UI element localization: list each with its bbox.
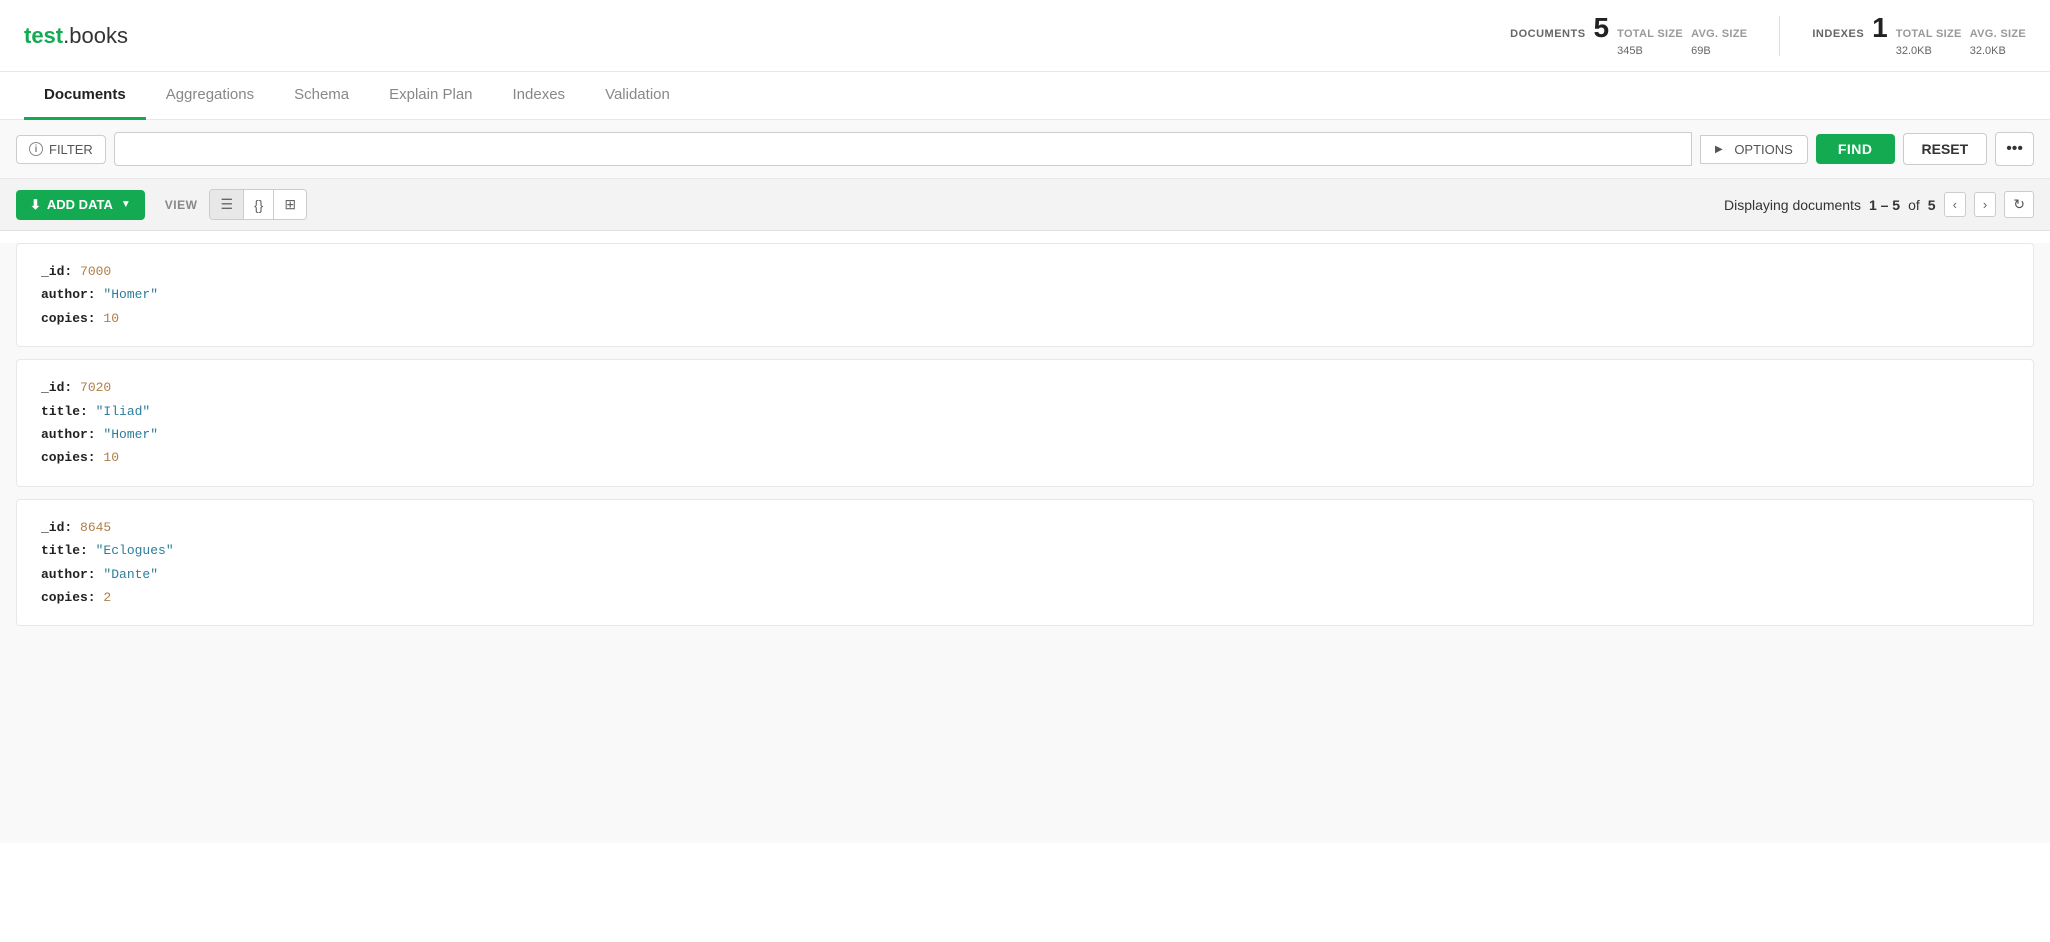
tab-aggregations[interactable]: Aggregations xyxy=(146,72,274,120)
app-title: test.books xyxy=(24,23,128,49)
reset-button[interactable]: RESET xyxy=(1903,133,1988,165)
view-label: VIEW xyxy=(165,198,198,212)
field-key: title: xyxy=(41,543,96,558)
app-title-books: books xyxy=(69,23,128,48)
doc-field: author: "Dante" xyxy=(41,563,2009,586)
add-data-icon: ⬇ xyxy=(30,197,41,213)
field-key: author: xyxy=(41,567,103,582)
doc-field: _id: 7000 xyxy=(41,260,2009,283)
indexes-sub-stats: TOTAL SIZE 32.0KB xyxy=(1896,26,1962,59)
more-options-button[interactable]: ••• xyxy=(1995,132,2034,166)
header-stats: DOCUMENTS 5 TOTAL SIZE 345B AVG. SIZE 69… xyxy=(1510,12,2026,59)
field-key: copies: xyxy=(41,450,103,465)
tab-explain-plan[interactable]: Explain Plan xyxy=(369,72,492,120)
field-value-num: 2 xyxy=(103,590,111,605)
filter-input-wrap xyxy=(114,132,1692,166)
field-value-str: "Eclogues" xyxy=(96,543,174,558)
docs-total-size: 345B xyxy=(1617,43,1643,60)
field-value-num: 10 xyxy=(103,450,119,465)
indexes-avg-size: 32.0KB xyxy=(1970,43,2006,60)
tab-indexes[interactable]: Indexes xyxy=(493,72,586,120)
field-key: _id: xyxy=(41,520,80,535)
find-button[interactable]: FIND xyxy=(1816,134,1895,164)
doc-field: copies: 10 xyxy=(41,446,2009,469)
indexes-avg-stats: AVG. SIZE 32.0KB xyxy=(1970,26,2026,59)
pagination-range: 1 – 5 xyxy=(1869,197,1900,213)
view-table-button[interactable]: ⊞ xyxy=(274,190,306,219)
doc-field: author: "Homer" xyxy=(41,283,2009,306)
field-value-str: "Iliad" xyxy=(96,404,151,419)
field-value-num: 7000 xyxy=(80,264,111,279)
next-page-button[interactable]: › xyxy=(1974,192,1996,217)
field-key: title: xyxy=(41,404,96,419)
filter-label: FILTER xyxy=(49,142,93,157)
filter-button[interactable]: i FILTER xyxy=(16,135,106,164)
documents-sub-stats: TOTAL SIZE 345B xyxy=(1617,26,1683,59)
stat-divider xyxy=(1779,16,1780,56)
field-key: _id: xyxy=(41,380,80,395)
doc-field: title: "Iliad" xyxy=(41,400,2009,423)
pagination-total: 5 xyxy=(1928,197,1936,213)
docs-avg-size-label: AVG. SIZE xyxy=(1691,26,1747,43)
indexes-total-size-label: TOTAL SIZE xyxy=(1896,26,1962,43)
field-key: _id: xyxy=(41,264,80,279)
docs-total-size-label: TOTAL SIZE xyxy=(1617,26,1683,43)
doc-field: _id: 7020 xyxy=(41,376,2009,399)
field-value-str: "Homer" xyxy=(103,287,158,302)
filter-info-icon: i xyxy=(29,142,43,156)
doc-field: title: "Eclogues" xyxy=(41,539,2009,562)
view-toggle: ☰ {} ⊞ xyxy=(209,189,307,220)
doc-field: copies: 10 xyxy=(41,307,2009,330)
field-key: copies: xyxy=(41,590,103,605)
field-key: author: xyxy=(41,427,103,442)
document-card: _id: 7020 title: "Iliad" author: "Homer"… xyxy=(16,359,2034,487)
documents-stat-group: DOCUMENTS 5 TOTAL SIZE 345B AVG. SIZE 69… xyxy=(1510,12,1747,59)
documents-area: _id: 7000 author: "Homer" copies: 10 _id… xyxy=(0,243,2050,843)
filter-bar: i FILTER ▶ OPTIONS FIND RESET ••• xyxy=(0,120,2050,179)
prev-page-button[interactable]: ‹ xyxy=(1944,192,1966,217)
view-json-button[interactable]: {} xyxy=(244,190,274,219)
tab-documents[interactable]: Documents xyxy=(24,72,146,120)
field-value-num: 7020 xyxy=(80,380,111,395)
indexes-avg-size-label: AVG. SIZE xyxy=(1970,26,2026,43)
header: test.books DOCUMENTS 5 TOTAL SIZE 345B A… xyxy=(0,0,2050,72)
field-key: author: xyxy=(41,287,103,302)
indexes-label: INDEXES xyxy=(1812,28,1864,40)
pagination-info: Displaying documents 1 – 5 of 5 ‹ › ↻ xyxy=(1724,191,2034,218)
documents-count: 5 xyxy=(1594,12,1610,44)
field-value-num: 8645 xyxy=(80,520,111,535)
docs-avg-size: 69B xyxy=(1691,43,1711,60)
filter-input[interactable] xyxy=(125,138,1681,161)
indexes-total-size: 32.0KB xyxy=(1896,43,1932,60)
pagination-prefix: Displaying documents xyxy=(1724,197,1861,213)
doc-field: copies: 2 xyxy=(41,586,2009,609)
field-key: copies: xyxy=(41,311,103,326)
field-value-str: "Dante" xyxy=(103,567,158,582)
indexes-count: 1 xyxy=(1872,12,1888,44)
documents-avg-stats: AVG. SIZE 69B xyxy=(1691,26,1747,59)
tab-validation[interactable]: Validation xyxy=(585,72,690,120)
options-button[interactable]: ▶ OPTIONS xyxy=(1700,135,1808,164)
tab-schema[interactable]: Schema xyxy=(274,72,369,120)
documents-label: DOCUMENTS xyxy=(1510,28,1585,40)
refresh-button[interactable]: ↻ xyxy=(2004,191,2034,218)
document-card: _id: 8645 title: "Eclogues" author: "Dan… xyxy=(16,499,2034,627)
add-data-button[interactable]: ⬇ ADD DATA ▼ xyxy=(16,190,145,220)
field-value-str: "Homer" xyxy=(103,427,158,442)
view-list-button[interactable]: ☰ xyxy=(210,190,244,219)
doc-field: author: "Homer" xyxy=(41,423,2009,446)
documents-toolbar: ⬇ ADD DATA ▼ VIEW ☰ {} ⊞ Displaying docu… xyxy=(0,179,2050,231)
doc-field: _id: 8645 xyxy=(41,516,2009,539)
pagination-of: of xyxy=(1908,197,1920,213)
tab-bar: Documents Aggregations Schema Explain Pl… xyxy=(0,72,2050,120)
add-data-label: ADD DATA xyxy=(47,197,113,212)
indexes-stat-group: INDEXES 1 TOTAL SIZE 32.0KB AVG. SIZE 32… xyxy=(1812,12,2026,59)
field-value-num: 10 xyxy=(103,311,119,326)
document-card: _id: 7000 author: "Homer" copies: 10 xyxy=(16,243,2034,347)
add-data-arrow-icon: ▼ xyxy=(121,199,131,210)
options-label: OPTIONS xyxy=(1734,142,1793,157)
app-title-test: test xyxy=(24,23,63,48)
